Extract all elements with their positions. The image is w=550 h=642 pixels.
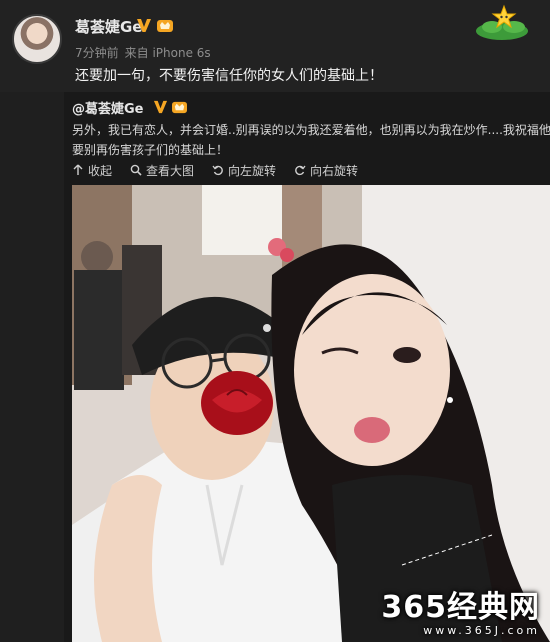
image-toolbar: 收起 查看大图 向左旋转 向右旋转 xyxy=(72,162,358,178)
rotate-left-button[interactable]: 向左旋转 xyxy=(212,162,276,178)
vip-crown-icon[interactable] xyxy=(171,99,188,114)
verified-v-icon xyxy=(153,100,168,114)
post-meta: 7分钟前 来自 iPhone 6s xyxy=(75,44,211,61)
repost-text-line-1: 另外，我已有恋人，并会订婚..别再误的以为我还爱着他，也别再以为我在炒作....… xyxy=(72,123,550,137)
repost-text-line-2: 要别再伤害孩子们的基础上！ xyxy=(72,143,229,157)
watermark-title: 365经典网 xyxy=(381,590,540,625)
collapse-button[interactable]: 收起 xyxy=(72,162,112,178)
post-username[interactable]: 葛荟婕Ge xyxy=(75,16,143,37)
rotate-left-icon xyxy=(212,165,223,176)
verified-v-icon xyxy=(137,19,151,32)
repost-text: 另外，我已有恋人，并会订婚..别再误的以为我还爱着他，也别再以为我在炒作....… xyxy=(72,120,550,160)
avatar[interactable] xyxy=(12,14,62,64)
repost-username[interactable]: @葛荟婕Ge xyxy=(72,98,144,117)
weibo-post: 葛荟婕Ge 7分钟前 来自 iPhone 6s 还要加一句，不要伤害信任你的女人们… xyxy=(0,0,550,92)
post-text: 还要加一句，不要伤害信任你的女人们的基础上！ xyxy=(75,68,383,84)
post-time[interactable]: 7分钟前 xyxy=(75,46,119,60)
rotate-right-label: 向右旋转 xyxy=(310,163,359,178)
vip-crown-icon[interactable] xyxy=(156,17,174,33)
lucky-star-decoration-icon xyxy=(476,4,528,40)
selfie-photo-illustration xyxy=(72,185,550,642)
view-large-button[interactable]: 查看大图 xyxy=(130,162,194,178)
repost-container: @葛荟婕Ge 另外，我已有恋人，并会订婚..别再误的以为我还爱着他，也别再以为我… xyxy=(64,92,550,642)
magnifier-icon xyxy=(130,164,142,176)
repost-photo[interactable] xyxy=(72,185,550,642)
rotate-right-button[interactable]: 向右旋转 xyxy=(294,162,358,178)
watermark: 365经典网 www.365J.com xyxy=(381,582,540,637)
collapse-arrow-icon xyxy=(73,164,83,175)
collapse-label: 收起 xyxy=(88,163,113,178)
rotate-left-label: 向左旋转 xyxy=(228,163,277,178)
post-source: 来自 iPhone 6s xyxy=(124,46,211,60)
rotate-right-icon xyxy=(295,165,306,176)
view-large-label: 查看大图 xyxy=(146,163,195,178)
